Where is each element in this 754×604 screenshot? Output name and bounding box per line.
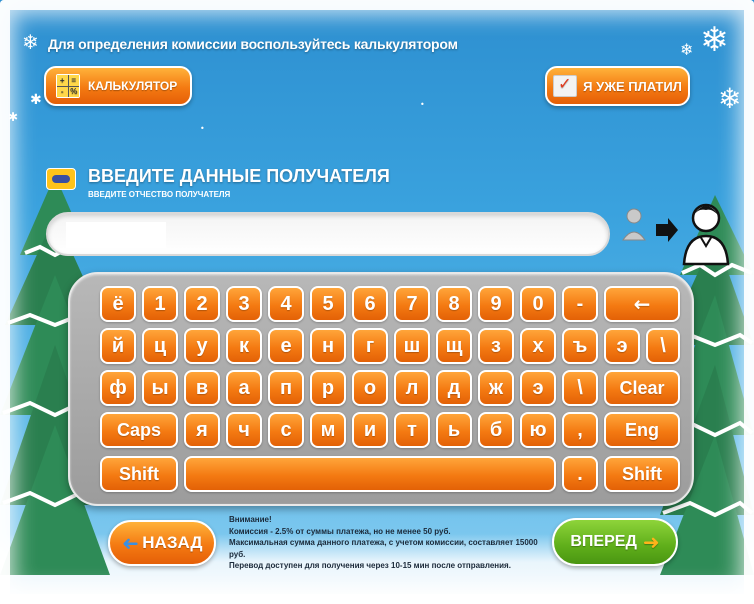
- key-1[interactable]: 1: [142, 286, 178, 322]
- payment-notice: Внимание! Комиссия - 2.5% от суммы плате…: [229, 514, 549, 572]
- key-yo[interactable]: ё: [100, 286, 136, 322]
- key-p[interactable]: п: [268, 370, 304, 406]
- key-e-reverse-2[interactable]: э: [520, 370, 556, 406]
- key-yery[interactable]: ы: [142, 370, 178, 406]
- patronymic-input[interactable]: [46, 212, 610, 256]
- key-v[interactable]: в: [184, 370, 220, 406]
- notice-line: Перевод доступен для получения через 10-…: [229, 561, 511, 570]
- snowflake-icon: •: [200, 124, 205, 133]
- key-8[interactable]: 8: [436, 286, 472, 322]
- section-title: ВВЕДИТЕ ДАННЫЕ ПОЛУЧАТЕЛЯ: [88, 166, 390, 186]
- backspace-key[interactable]: ←: [604, 286, 680, 322]
- onscreen-keyboard: ё 1 2 3 4 5 6 7 8 9 0 - ← й ц у к е н г …: [68, 272, 694, 506]
- key-6[interactable]: 6: [352, 286, 388, 322]
- provider-logo-icon: [46, 168, 76, 190]
- key-backslash-2[interactable]: \: [562, 370, 598, 406]
- notice-line: Максимальная сумма данного платежа, с уч…: [229, 538, 538, 559]
- key-0[interactable]: 0: [520, 286, 556, 322]
- snowflake-icon: •: [420, 100, 425, 109]
- key-f[interactable]: ф: [100, 370, 136, 406]
- key-zh[interactable]: ж: [478, 370, 514, 406]
- input-text-area: [66, 222, 166, 248]
- key-n[interactable]: н: [310, 328, 346, 364]
- key-9[interactable]: 9: [478, 286, 514, 322]
- key-a[interactable]: а: [226, 370, 262, 406]
- key-4[interactable]: 4: [268, 286, 304, 322]
- key-yu[interactable]: ю: [520, 412, 556, 448]
- section-subtitle: ВВЕДИТЕ ОТЧЕСТВО ПОЛУЧАТЕЛЯ: [88, 190, 231, 199]
- calculator-button[interactable]: + = -% КАЛЬКУЛЯТОР: [44, 66, 192, 106]
- key-u[interactable]: у: [184, 328, 220, 364]
- commission-hint: Для определения комиссии воспользуйтесь …: [48, 36, 458, 52]
- key-ts[interactable]: ц: [142, 328, 178, 364]
- calculator-icon: + = -%: [56, 74, 80, 98]
- key-hard-sign[interactable]: ъ: [562, 328, 598, 364]
- key-5[interactable]: 5: [310, 286, 346, 322]
- key-2[interactable]: 2: [184, 286, 220, 322]
- forward-label: ВПЕРЕД: [570, 533, 637, 550]
- arrow-right-icon: ➜: [642, 530, 660, 554]
- key-7[interactable]: 7: [394, 286, 430, 322]
- already-paid-label: Я УЖЕ ПЛАТИЛ: [583, 78, 682, 94]
- clear-key[interactable]: Clear: [604, 370, 680, 406]
- key-y[interactable]: й: [100, 328, 136, 364]
- space-key[interactable]: [184, 456, 556, 492]
- key-z[interactable]: з: [478, 328, 514, 364]
- person-transfer-icon: [622, 203, 730, 266]
- forward-button[interactable]: ВПЕРЕД ➜: [552, 518, 678, 566]
- key-minus[interactable]: -: [562, 286, 598, 322]
- key-t[interactable]: т: [394, 412, 430, 448]
- eng-key[interactable]: Eng: [604, 412, 680, 448]
- key-kh[interactable]: х: [520, 328, 556, 364]
- key-b[interactable]: б: [478, 412, 514, 448]
- notice-line: Комиссия - 2.5% от суммы платежа, но не …: [229, 526, 451, 536]
- snowflake-icon: ✱: [8, 110, 19, 124]
- key-l[interactable]: л: [394, 370, 430, 406]
- key-m[interactable]: м: [310, 412, 346, 448]
- key-backslash[interactable]: \: [646, 328, 680, 364]
- key-period[interactable]: .: [562, 456, 598, 492]
- key-shch[interactable]: щ: [436, 328, 472, 364]
- snowflake-icon: ❄: [680, 40, 694, 59]
- notice-heading: Внимание!: [229, 515, 272, 524]
- caps-key[interactable]: Caps: [100, 412, 178, 448]
- key-r[interactable]: р: [310, 370, 346, 406]
- key-k[interactable]: к: [226, 328, 262, 364]
- snowflake-icon: ❄: [700, 20, 729, 60]
- back-label: НАЗАД: [142, 533, 203, 552]
- key-ya[interactable]: я: [184, 412, 220, 448]
- key-comma[interactable]: ,: [562, 412, 598, 448]
- key-e[interactable]: е: [268, 328, 304, 364]
- shift-key-right[interactable]: Shift: [604, 456, 680, 492]
- key-o[interactable]: о: [352, 370, 388, 406]
- snowflake-icon: ✱: [30, 92, 42, 108]
- already-paid-button[interactable]: Я УЖЕ ПЛАТИЛ: [545, 66, 690, 106]
- key-i[interactable]: и: [352, 412, 388, 448]
- checklist-icon: [553, 74, 578, 97]
- key-s[interactable]: с: [268, 412, 304, 448]
- key-g[interactable]: г: [352, 328, 388, 364]
- key-3[interactable]: 3: [226, 286, 262, 322]
- calculator-label: КАЛЬКУЛЯТОР: [88, 79, 178, 93]
- key-d[interactable]: д: [436, 370, 472, 406]
- key-e-reverse[interactable]: э: [604, 328, 640, 364]
- snowflake-icon: ❄: [22, 30, 39, 54]
- shift-key-left[interactable]: Shift: [100, 456, 178, 492]
- key-sh[interactable]: ш: [394, 328, 430, 364]
- back-button[interactable]: ➜ НАЗАД: [108, 520, 216, 566]
- arrow-left-icon: ➜: [121, 531, 139, 555]
- key-soft-sign[interactable]: ь: [436, 412, 472, 448]
- snowflake-icon: ❄: [718, 82, 742, 115]
- key-ch[interactable]: ч: [226, 412, 262, 448]
